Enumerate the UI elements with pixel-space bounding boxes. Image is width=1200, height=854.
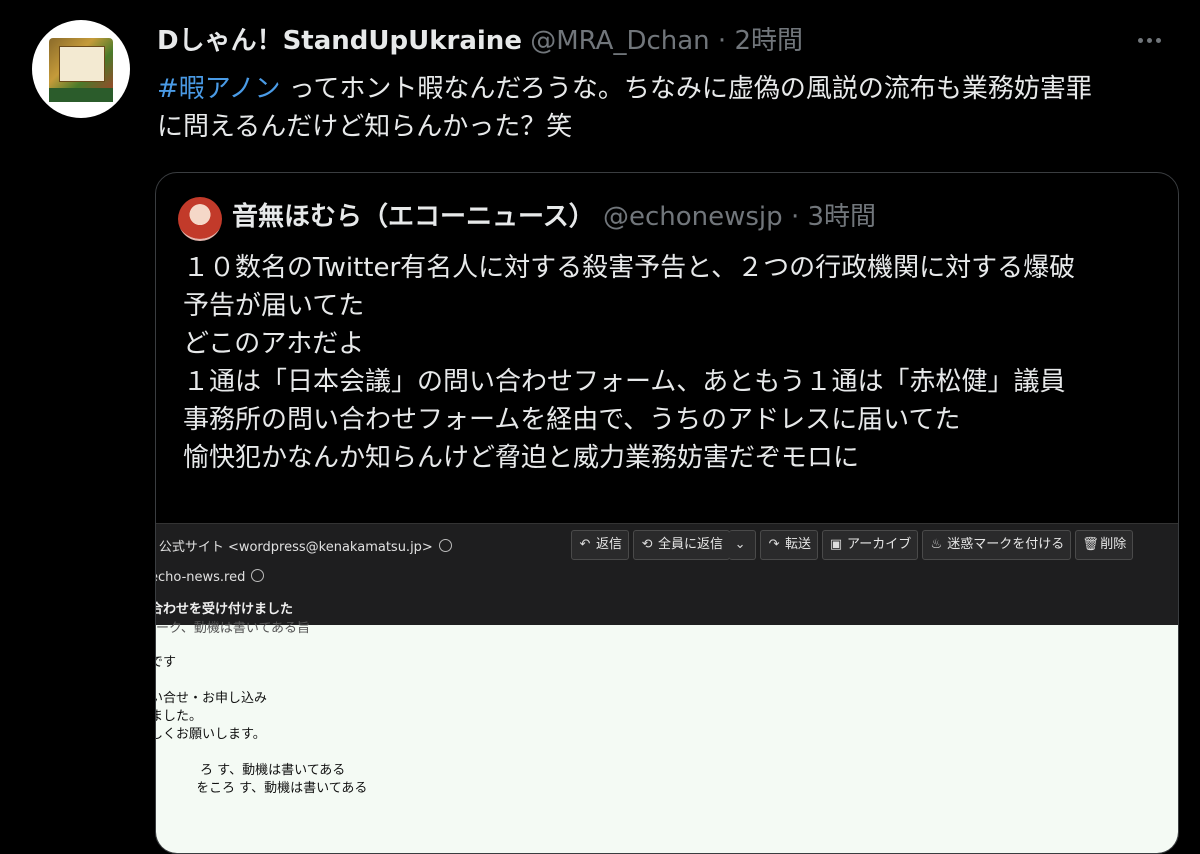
quote-line: １０数名のTwitter有名人に対する殺害予告と、２つの行政機関に対する爆破 (183, 253, 1076, 283)
reply-all-icon: ⟲ (641, 537, 653, 552)
email-actions: ↶ 返信 ⟲ 全員に返信 ⌄ ↷ 転送 ▣ アーカイブ ♨ 迷惑マークを付ける 🗑削除 (571, 530, 1137, 560)
contact-icon (438, 539, 452, 552)
spam-button: ♨ 迷惑マークを付ける (922, 530, 1072, 560)
email-body-line: ーク、動機は書いてある旨 (156, 621, 311, 636)
email-toolbar: - 公式サイト <wordpress@kenakamatsu.jp> echo-… (156, 523, 1178, 626)
email-sender: - 公式サイト <wordpress@kenakamatsu.jp> (156, 536, 452, 555)
quote-text: １０数名のTwitter有名人に対する殺害予告と、２つの行政機関に対する爆破 予… (183, 249, 1173, 477)
delete-button: 🗑削除 (1075, 530, 1134, 560)
tweet-text: #暇アノン ってホント暇なんだろうな。ちなみに虚偽の風説の流布も業務妨害罪 に問… (157, 70, 1187, 146)
quote-line: 愉快犯かなんか知らんけど脅迫と威力業務妨害だぞモロに (183, 443, 860, 473)
quote-author-name: 音無ほむら（エコーニュース） (232, 202, 595, 232)
hashtag-link[interactable]: #暇アノン (157, 74, 280, 104)
quote-header: 音無ほむら（エコーニュース） @echonewsjp · 3時間 (232, 199, 876, 235)
quote-line: どこのアホだよ (183, 329, 365, 359)
quote-avatar[interactable] (178, 197, 222, 241)
email-subject: 合わせを受け付けました (155, 602, 294, 617)
reply-arrow-icon: ↶ (579, 537, 591, 552)
attached-email-screenshot[interactable]: - 公式サイト <wordpress@kenakamatsu.jp> echo-… (156, 523, 1178, 853)
email-body-line: ろ す、動機は書いてある (200, 763, 346, 778)
contact-icon (251, 569, 265, 582)
quoted-tweet[interactable]: 音無ほむら（エコーニュース） @echonewsjp · 3時間 １０数名のTw… (155, 172, 1179, 854)
author-name[interactable]: Dしゃん！StandUpUkraine (157, 26, 522, 56)
forward-arrow-icon: ↷ (768, 537, 780, 552)
reply-all-dropdown: ⌄ (729, 530, 757, 560)
chevron-down-icon: ⌄ (734, 537, 746, 552)
quote-line: 予告が届いてた (183, 291, 365, 321)
email-body-line: をころ す、動機は書いてある (196, 781, 368, 796)
avatar-image (49, 38, 113, 102)
tweet-text-line-1: ってホント暇なんだろうな。ちなみに虚偽の風説の流布も業務妨害罪 (280, 74, 1092, 104)
quote-author-handle: @echonewsjp (602, 202, 783, 232)
email-recipient: echo-news.red (156, 569, 265, 585)
quote-line: １通は「日本会議」の問い合わせフォーム、あともう１通は「赤松健」議員 (183, 367, 1066, 397)
email-body-line: い合せ・お申し込み (155, 691, 268, 706)
email-body-line: です (156, 655, 177, 670)
reply-all-button: ⟲ 全員に返信 (633, 530, 731, 560)
email-body-line: ました。 (155, 709, 203, 724)
quote-timestamp: 3時間 (807, 202, 877, 232)
separator-dot: · (790, 202, 800, 232)
email-body: ーク、動機は書いてある旨 です い合せ・お申し込み ました。 しくお願いします。… (155, 621, 1178, 853)
forward-button: ↷ 転送 (760, 530, 819, 560)
author-handle[interactable]: @MRA_Dchan (530, 26, 709, 56)
profile-avatar[interactable] (32, 20, 130, 118)
tweet-timestamp[interactable]: 2時間 (734, 26, 803, 56)
quote-line: 事務所の問い合わせフォームを経由で、うちのアドレスに届いてた (183, 405, 961, 435)
trash-icon: 🗑 (1082, 537, 1099, 552)
reply-button: ↶ 返信 (571, 530, 630, 560)
archive-button: ▣ アーカイブ (822, 530, 919, 560)
more-icon[interactable] (1136, 26, 1176, 56)
redaction-block (168, 753, 198, 795)
tweet-text-line-2: に問えるんだけど知らんかった？笑 (157, 112, 573, 142)
flame-icon: ♨ (930, 537, 943, 552)
archive-box-icon: ▣ (829, 537, 843, 552)
tweet-header: Dしゃん！StandUpUkraine @MRA_Dchan · 2時間 (157, 26, 803, 58)
separator-dot: · (717, 26, 727, 56)
email-body-line: しくお願いします。 (155, 727, 266, 742)
